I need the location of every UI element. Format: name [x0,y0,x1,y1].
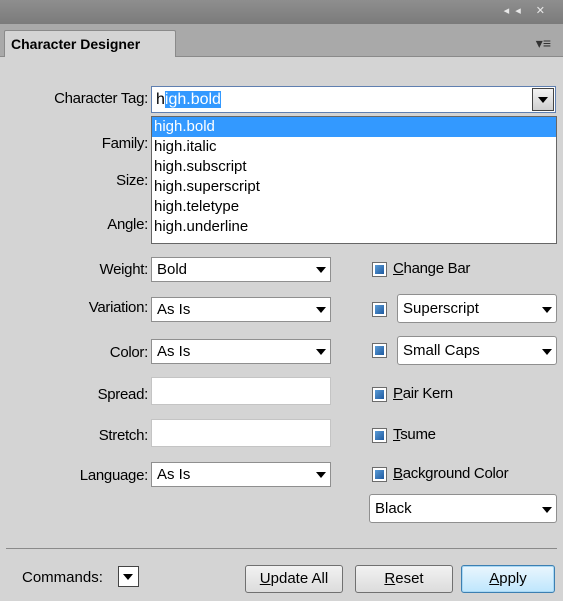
dropdown-item[interactable]: high.subscript [152,157,556,177]
color-label: Color: [109,344,149,361]
pair-kern-checkbox[interactable] [372,387,387,402]
reset-button[interactable]: Reset [355,565,453,593]
language-value: As Is [157,466,191,483]
commands-dropdown-button[interactable] [118,566,139,587]
dropdown-item[interactable]: high.italic [152,137,556,157]
dropdown-item[interactable]: high.underline [152,217,556,237]
family-label: Family: [101,135,149,152]
dropdown-item[interactable]: high.teletype [152,197,556,217]
footer-divider [6,548,557,549]
change-bar-label[interactable]: Change Bar [393,260,470,277]
variation-label: Variation: [88,299,149,316]
character-tag-input[interactable]: high.bold [156,89,221,110]
dropdown-item[interactable]: high.bold [152,117,556,137]
color-select[interactable]: As Is [151,339,331,364]
mnemonic: R [384,570,396,587]
label-text: sume [400,426,436,443]
chevron-down-icon [542,349,552,355]
small-caps-value: Small Caps [403,342,480,359]
chevron-down-icon [316,307,326,313]
language-label: Language: [79,467,149,484]
panel-menu-icon[interactable]: ▾≡ [536,35,551,52]
label-text: air Kern [402,385,453,402]
small-caps-select[interactable]: Small Caps [397,336,557,365]
background-color-checkbox[interactable] [372,467,387,482]
color-value: As Is [157,343,191,360]
background-color-value: Black [375,500,412,517]
weight-label: Weight: [99,261,149,278]
mnemonic: C [393,260,404,277]
stretch-label: Stretch: [98,427,149,444]
tab-character-designer[interactable]: Character Designer [4,30,176,57]
mnemonic: P [393,385,403,402]
pair-kern-label[interactable]: Pair Kern [393,385,453,402]
chevron-down-icon [542,507,552,513]
language-select[interactable]: As Is [151,462,331,487]
weight-select[interactable]: Bold [151,257,331,282]
small-caps-checkbox[interactable] [372,343,387,358]
character-tag-label: Character Tag: [54,90,148,107]
label-text: hange Bar [403,260,471,277]
window-controls[interactable]: ◂◂ ✕ [504,4,551,17]
button-label: pdate All [270,570,329,587]
superscript-select[interactable]: Superscript [397,294,557,323]
label-text: ackground Color [402,465,509,482]
tag-prefix: h [156,91,165,108]
spread-input[interactable] [151,377,331,405]
tag-selected-text: igh.bold [164,91,221,108]
chevron-down-icon [316,472,326,478]
chevron-down-icon [316,267,326,273]
button-label: pply [499,570,527,587]
chevron-down-icon [123,574,133,580]
chevron-down-icon [538,97,548,103]
commands-label: Commands: [22,569,103,586]
background-color-select[interactable]: Black [369,494,557,523]
character-tag-dropdown-button[interactable] [532,88,554,111]
mnemonic: U [259,570,271,587]
chevron-down-icon [316,349,326,355]
chevron-down-icon [542,307,552,313]
variation-select[interactable]: As Is [151,297,331,322]
superscript-value: Superscript [403,300,479,317]
dropdown-item[interactable]: high.superscript [152,177,556,197]
apply-button[interactable]: Apply [461,565,555,593]
character-tag-combobox[interactable]: high.bold [151,86,556,113]
mnemonic: B [393,465,403,482]
spread-label: Spread: [97,386,149,403]
size-label: Size: [116,172,148,189]
superscript-checkbox[interactable] [372,302,387,317]
weight-value: Bold [157,261,188,278]
tsume-checkbox[interactable] [372,428,387,443]
mnemonic: A [489,570,500,587]
background-color-label[interactable]: Background Color [393,465,509,482]
tsume-label[interactable]: Tsume [393,426,436,443]
button-label: eset [395,570,424,587]
character-tag-dropdown-list: high.bold high.italic high.subscript hig… [151,116,557,244]
change-bar-checkbox[interactable] [372,262,387,277]
angle-label: Angle: [107,216,148,233]
update-all-button[interactable]: Update All [245,565,343,593]
title-bar [0,0,563,24]
variation-value: As Is [157,301,191,318]
stretch-input[interactable] [151,419,331,447]
